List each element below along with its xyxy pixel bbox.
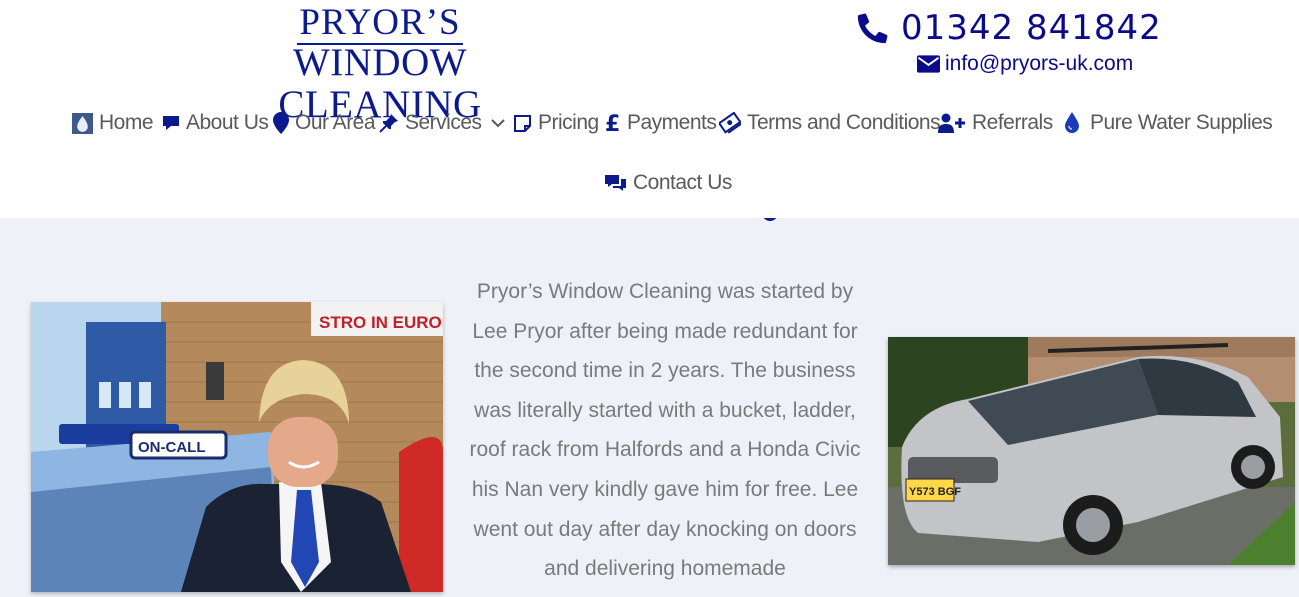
on-call-sign-text: ON-CALL [138,439,206,456]
nav-item-terms[interactable]: Terms and Conditions [719,104,941,142]
thumbtack-icon [379,114,398,133]
sticky-note-icon [514,114,531,132]
nav-item-pure-water-supplies[interactable]: Pure Water Supplies [1061,104,1273,142]
site-header: PRYOR’S WINDOW CLEANING 01342 841842 inf… [0,0,1299,218]
money-bills-icon [719,112,741,134]
envelope-icon [917,55,940,73]
nav-label: Services [405,111,482,134]
water-drop-icon [1065,112,1079,133]
left-banner-text: STRO IN EUROPE [319,313,443,332]
svg-text:£: £ [605,112,620,134]
email-contact[interactable]: info@pryors-uk.com [917,51,1133,77]
water-drop-logo-icon [72,112,93,134]
nav-item-payments[interactable]: £ Payments [605,104,717,142]
comments-icon [605,174,626,191]
phone-icon [857,13,888,44]
nav-item-home[interactable]: Home [72,104,154,142]
nav-item-pricing[interactable]: Pricing [513,104,599,142]
logo-title-line1: PRYOR’S [297,2,463,45]
main-nav: Home About Us Our Area Services Pricing … [0,104,1299,144]
founder-photo: STRO IN EUROPE ON-CALL [31,302,443,592]
phone-number[interactable]: 01342 841842 [901,8,1162,48]
user-plus-icon [938,113,965,133]
story-paragraph: Pryor’s Window Cleaning was started by L… [469,280,861,581]
nav-label: Home [99,111,154,134]
nav-label: Terms and Conditions [747,111,941,134]
nav-label: Referrals [972,111,1053,134]
comment-icon [163,116,179,130]
nav-item-contact-us[interactable]: Contact Us [604,164,732,202]
pound-icon: £ [605,112,620,134]
nav-item-services[interactable]: Services [379,104,512,142]
nav-label: Our Area [295,111,376,134]
honda-civic-photo: Y573 BGF [888,337,1295,565]
nav-label: Pure Water Supplies [1090,111,1273,134]
nav-item-referrals[interactable]: Referrals [938,104,1053,142]
number-plate-text: Y573 BGF [909,486,961,498]
nav-item-about-us[interactable]: About Us [162,104,269,142]
nav-item-our-area[interactable]: Our Area [273,104,376,142]
nav-label: Contact Us [633,171,732,194]
nav-label: Payments [627,111,717,134]
nav-label: Pricing [538,111,599,134]
email-address[interactable]: info@pryors-uk.com [945,52,1133,76]
chevron-down-icon [490,119,505,128]
nav-label: About Us [186,111,269,134]
phone-contact[interactable]: 01342 841842 [855,6,1162,50]
map-pin-icon [273,112,289,134]
